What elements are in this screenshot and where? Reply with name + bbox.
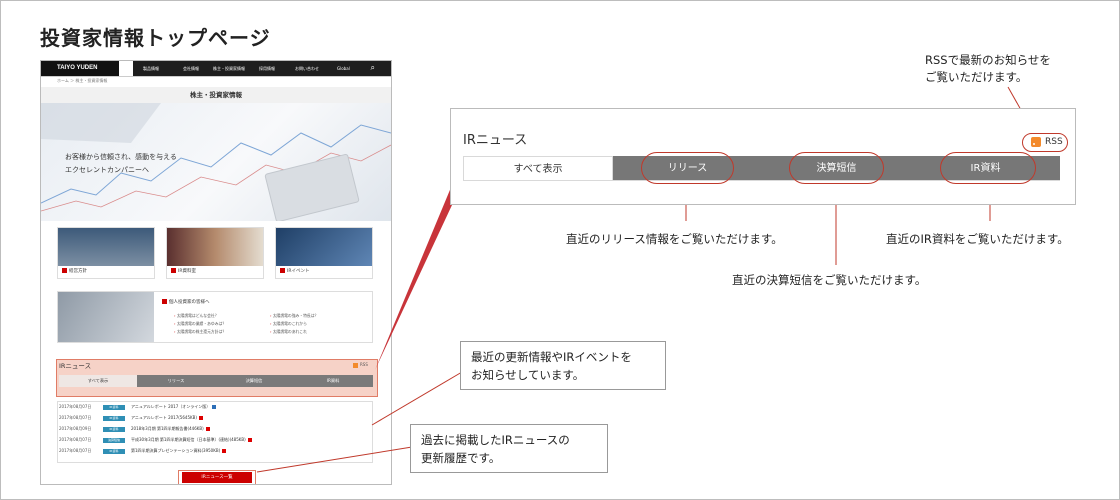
pdf-icon (222, 449, 227, 453)
hero-tagline-line2: エクセレントカンパニーへ (65, 166, 149, 174)
hero-banner: お客様から信頼され、感動を与える エクセレントカンパニーへ (41, 103, 391, 221)
rss-annotation: RSSで最新のお知らせを ご覧いただけます。 (925, 53, 1051, 84)
individual-link[interactable]: 太陽誘電のあれこれ (270, 328, 318, 336)
site-logo[interactable]: TAIYO YUDEN (41, 61, 119, 76)
nav-item-recruit[interactable]: 採用情報 (259, 61, 275, 76)
ir-news-mini-title: IRニュース (59, 362, 92, 370)
news-row[interactable]: 2017年08月07日 IR資料 アニュアルレポート 2017(5645KB) (59, 415, 203, 421)
ir-news-callout: 最近の更新情報やIRイベントを お知らせしています。 (460, 341, 666, 390)
breadcrumb: ホーム ＞ 株主・投資家情報 (57, 78, 108, 83)
individual-links-right: 太陽誘電の強み・特長は？ 太陽誘電のこれから 太陽誘電のあれこれ (270, 312, 319, 336)
tanshin-annotation: 直近の決算短信をご覧いただけます。 (732, 273, 927, 287)
site-page-title: 株主・投資家情報 (41, 87, 391, 103)
arrow-icon (162, 299, 167, 304)
news-row[interactable]: 2017年08月07日 IR資料 第1四半期決算プレゼンテーション資料(3950KB… (59, 448, 227, 454)
tanshin-highlight-oval (789, 152, 884, 184)
card-ir-library-label: IR資料室 (178, 269, 196, 274)
card-ir-event-image (276, 228, 372, 266)
global-nav: 製品情報 会社情報 株主・投資家情報 採用情報 お問い合わせ Global ⌕ (133, 61, 391, 76)
mini-tab-release[interactable]: リリース (137, 375, 215, 387)
news-row[interactable]: 2017年08月09日 IR資料 2018年3月期 第1四半期報告書(446KB) (59, 426, 210, 432)
news-row[interactable]: 2017年08月07日 IR資料 アニュアルレポート 2017（オンライン版） (59, 404, 217, 410)
individual-link[interactable]: 太陽誘電の強み・特長は？ (270, 312, 319, 320)
ir-docs-annotation: 直近のIR資料をご覧いただけます。 (886, 232, 1069, 246)
pdf-icon (205, 427, 210, 431)
ir-news-list-button[interactable]: IRニュース一覧 (182, 472, 252, 483)
ir-news-mini-rss[interactable]: RSS (353, 362, 368, 368)
individual-link[interactable]: 太陽誘電の業績・あゆみは？ (174, 320, 226, 328)
rss-label: RSS (1045, 137, 1063, 147)
news-row[interactable]: 2017年08月07日 決算短信 平成30年3月期 第1四半期決算短信〔日本基準〕(… (59, 437, 252, 443)
rss-icon (353, 362, 358, 368)
release-highlight-oval (641, 152, 734, 184)
rss-button[interactable]: RSS (1022, 133, 1068, 152)
ir-news-title: IRニュース (463, 133, 528, 148)
mini-tab-ir-docs[interactable]: IR資料 (293, 375, 373, 387)
nav-item-products[interactable]: 製品情報 (143, 61, 159, 76)
card-ir-library[interactable]: IR資料室 (166, 227, 264, 279)
card-ir-event-label: IRイベント (287, 269, 310, 274)
nav-item-ir[interactable]: 株主・投資家情報 (213, 61, 245, 76)
nav-item-global[interactable]: Global (337, 61, 350, 76)
pdf-icon (247, 438, 252, 442)
card-policy[interactable]: 経営方針 (57, 227, 155, 279)
arrow-icon (62, 268, 67, 273)
individual-link[interactable]: 太陽誘電の株主還元方針は？ (174, 328, 226, 336)
card-ir-event[interactable]: IRイベント (275, 227, 373, 279)
rss-icon (1031, 137, 1041, 147)
search-icon[interactable]: ⌕ (371, 64, 375, 72)
page-heading: 投資家情報トップページ (40, 26, 271, 50)
individual-link[interactable]: 太陽誘電のこれから (270, 320, 318, 328)
hero-tagline: お客様から信頼され、感動を与える エクセレントカンパニーへ (65, 151, 177, 177)
mini-tab-tanshin[interactable]: 決算短信 (215, 375, 293, 387)
individual-investor-image (58, 292, 154, 342)
hero-tagline-line1: お客様から信頼され、感動を与える (65, 153, 177, 161)
individual-links-left: 太陽誘電はどんな会社？ 太陽誘電の業績・あゆみは？ 太陽誘電の株主還元方針は？ (174, 312, 226, 336)
nav-item-company[interactable]: 会社情報 (183, 61, 199, 76)
release-annotation: 直近のリリース情報をご覧いただけます。 (566, 232, 783, 246)
card-policy-image (58, 228, 154, 266)
individual-investor-title: 個人投資家の皆様へ (169, 300, 210, 305)
card-policy-label: 経営方針 (69, 269, 87, 274)
site-header: TAIYO YUDEN 製品情報 会社情報 株主・投資家情報 採用情報 お問い合… (41, 61, 391, 77)
arrow-icon (280, 268, 285, 273)
individual-link[interactable]: 太陽誘電はどんな会社？ (174, 312, 226, 320)
history-callout: 過去に掲載したIRニュースの 更新履歴です。 (410, 424, 608, 473)
external-link-icon (212, 405, 217, 409)
pdf-icon (198, 416, 203, 420)
nav-item-contact[interactable]: お問い合わせ (295, 61, 319, 76)
ir-docs-highlight-oval (940, 152, 1036, 184)
site-screenshot: TAIYO YUDEN 製品情報 会社情報 株主・投資家情報 採用情報 お問い合… (40, 60, 392, 485)
tab-all[interactable]: すべて表示 (463, 156, 613, 181)
card-ir-library-image (167, 228, 263, 266)
individual-investor-box: 個人投資家の皆様へ 太陽誘電はどんな会社？ 太陽誘電の業績・あゆみは？ 太陽誘電… (57, 291, 373, 343)
mini-tab-all[interactable]: すべて表示 (59, 375, 137, 387)
arrow-icon (171, 268, 176, 273)
